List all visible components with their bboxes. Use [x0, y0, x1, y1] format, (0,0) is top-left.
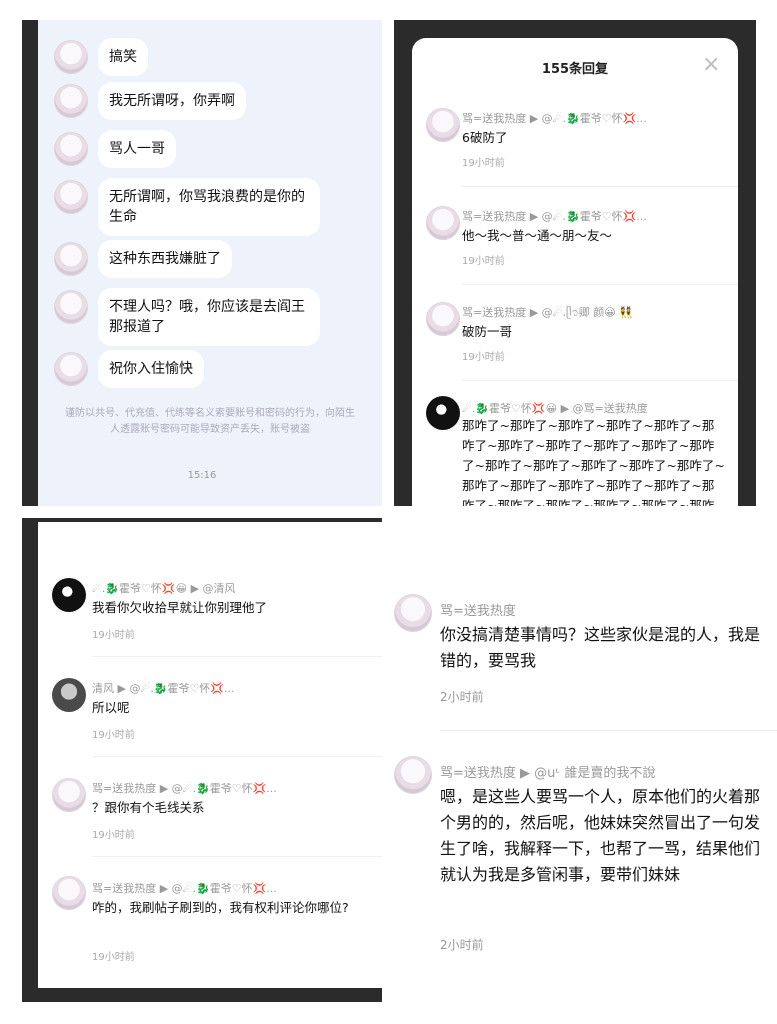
- chat-panel: 搞笑 我无所谓呀，你弄啊 骂人一哥 无所谓啊，你骂我浪费的是你的生命 这种东西我…: [22, 20, 382, 506]
- avatar: [54, 290, 88, 324]
- zoom-panel: 骂=送我热度 你没搞清楚事情吗？这些家伙是混的人，我是错的，要骂我 2小时前 骂…: [390, 580, 777, 980]
- comment-meta: 骂=送我热度 ▶ @☄.🐉霍爷♡怀💢...: [92, 882, 277, 895]
- replies-title: 155条回复: [541, 62, 609, 77]
- divider: [92, 856, 382, 857]
- comment-text: 那咋了~那咋了~那咋了~那咋了~那咋了~那咋了~那咋了~那咋了~那咋了~那咋了~…: [462, 418, 725, 506]
- comment-text: 你没搞清楚事情吗？这些家伙是混的人，我是错的，要骂我: [440, 625, 761, 670]
- comment-time: 2小时前: [440, 938, 484, 952]
- thread-panel: ☄.🐉霍爷♡怀💢😀 ▶ @清风 我看你欠收拾早就让你别理他了 19小时前 清风 …: [22, 518, 382, 1002]
- message-bubble[interactable]: 骂人一哥: [98, 130, 176, 168]
- avatar: [54, 132, 88, 166]
- avatar: [54, 352, 88, 386]
- avatar: [52, 678, 86, 712]
- comment-text: 破防一哥: [462, 324, 513, 339]
- avatar: [426, 108, 460, 142]
- divider: [462, 186, 738, 187]
- chat-timestamp: 15:16: [187, 470, 217, 481]
- comment-meta: 骂=送我热度 ▶ @☄.🐉霍爷♡怀💢...: [462, 210, 647, 223]
- avatar: [426, 206, 460, 240]
- comment-time: 19小时前: [462, 352, 505, 363]
- avatar: [54, 242, 88, 276]
- comment-meta: 清风 ▶ @☄.🐉霍爷♡怀💢...: [92, 682, 235, 695]
- safety-warning: 谨防以共号、代充值、代练等名义索要账号和密码的行为，向陌生人透露账号密码可能导致…: [65, 408, 355, 435]
- comment-meta: 骂=送我热度 ▶ @☄.ᥫ᭡卿 颜😀 👯: [462, 306, 633, 319]
- comment-meta: 骂=送我热度 ▶ @☄.🐉霍爷♡怀💢...: [92, 782, 277, 795]
- avatar: [52, 778, 86, 812]
- replies-sheet: 155条回复 × 骂=送我热度 ▶ @☄.🐉霍爷♡怀💢... 6破防了 19小时…: [412, 38, 738, 506]
- avatar: [394, 756, 432, 794]
- divider: [462, 380, 738, 381]
- close-icon[interactable]: ×: [702, 52, 720, 77]
- replies-panel: 155条回复 × 骂=送我热度 ▶ @☄.🐉霍爷♡怀💢... 6破防了 19小时…: [394, 20, 756, 506]
- avatar: [54, 180, 88, 214]
- comment-meta: 骂=送我热度 ▶ @☄.🐉霍爷♡怀💢...: [462, 112, 647, 125]
- comment-meta: ☄.🐉霍爷♡怀💢😀 ▶ @骂=送我热度: [462, 402, 648, 415]
- comment-time: 19小时前: [92, 830, 135, 841]
- message-bubble[interactable]: 祝你入住愉快: [98, 350, 204, 388]
- divider: [92, 756, 382, 757]
- comment-time: 19小时前: [92, 630, 135, 641]
- comment-time: 19小时前: [462, 256, 505, 267]
- divider: [462, 284, 738, 285]
- comment-text: 6破防了: [462, 130, 508, 145]
- message-bubble[interactable]: 无所谓啊，你骂我浪费的是你的生命: [98, 178, 320, 236]
- divider: [92, 656, 382, 657]
- avatar: [426, 396, 460, 430]
- avatar: [394, 594, 432, 632]
- message-bubble[interactable]: 这种东西我嫌脏了: [98, 240, 232, 278]
- comment-text: 所以呢: [92, 700, 130, 715]
- comment-time: 19小时前: [92, 952, 135, 963]
- avatar: [426, 302, 460, 336]
- thread-sheet: ☄.🐉霍爷♡怀💢😀 ▶ @清风 我看你欠收拾早就让你别理他了 19小时前 清风 …: [38, 522, 382, 988]
- comment-meta: 骂=送我热度 ▶ @uᶫ 誰是賣的我不說: [440, 766, 656, 781]
- comment-text: 嗯，是这些人要骂一个人，原本他们的火着那个男的的，然后呢，他妹妹突然冒出了一句发…: [440, 787, 761, 884]
- comment-time: 19小时前: [92, 730, 135, 741]
- divider: [440, 730, 777, 731]
- comment-time: 19小时前: [462, 158, 505, 169]
- comment-text: 他～我～普～通～朋～友～: [462, 228, 613, 243]
- comment-meta: ☄.🐉霍爷♡怀💢😀 ▶ @清风: [92, 582, 236, 595]
- avatar: [52, 876, 86, 910]
- message-bubble[interactable]: 我无所谓呀，你弄啊: [98, 82, 246, 120]
- message-bubble[interactable]: 搞笑: [98, 38, 148, 76]
- avatar: [54, 84, 88, 118]
- comment-text: 咋的，我刷帖子刷到的，我有权利评论你哪位?: [92, 900, 349, 915]
- comment-meta: 骂=送我热度: [440, 604, 516, 619]
- comment-text: 我看你欠收拾早就让你别理他了: [92, 600, 268, 615]
- comment-text: ？跟你有个毛线关系: [92, 800, 205, 815]
- avatar: [52, 578, 86, 612]
- message-bubble[interactable]: 不理人吗？哦，你应该是去阎王那报道了: [98, 288, 320, 346]
- avatar: [54, 40, 88, 74]
- comment-time: 2小时前: [440, 690, 484, 704]
